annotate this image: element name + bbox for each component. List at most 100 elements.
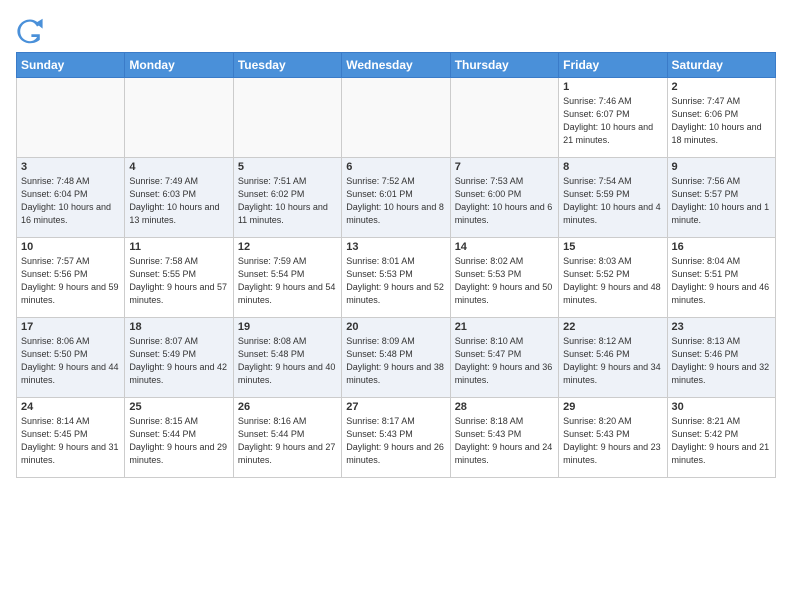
calendar-cell: 28Sunrise: 8:18 AM Sunset: 5:43 PM Dayli…: [450, 398, 558, 478]
calendar-cell: 17 Sunrise: 8:06 AM Sunset: 5:50 PM Dayli…: [17, 318, 125, 398]
calendar-cell: 4 Sunrise: 7:49 AM Sunset: 6:03 PM Daylig…: [125, 158, 233, 238]
calendar-cell: 1 Sunrise: 7:46 AM Sunset: 6:07 PM Daylig…: [559, 78, 667, 158]
day-info: Sunrise: 7:54 AM Sunset: 5:59 PM Dayligh…: [563, 175, 662, 227]
day-info: Sunrise: 7:57 AM Sunset: 5:56 PM Dayligh…: [21, 255, 120, 307]
day-number: 22: [563, 321, 662, 333]
day-header-row: SundayMondayTuesdayWednesdayThursdayFrid…: [17, 53, 776, 78]
day-number: 18: [129, 321, 228, 333]
day-number: 2: [672, 81, 771, 93]
day-info: Sunrise: 8:15 AM Sunset: 5:44 PM Dayligh…: [129, 415, 228, 467]
day-number: 6: [346, 161, 445, 173]
day-number: 11: [129, 241, 228, 253]
day-number: 7: [455, 161, 554, 173]
calendar-body: 1 Sunrise: 7:46 AM Sunset: 6:07 PM Daylig…: [17, 78, 776, 478]
calendar-week-4: 17 Sunrise: 8:06 AM Sunset: 5:50 PM Dayli…: [17, 318, 776, 398]
calendar-cell: [233, 78, 341, 158]
day-info: Sunrise: 8:13 AM Sunset: 5:46 PM Dayligh…: [672, 335, 771, 387]
logo-icon: [16, 16, 44, 44]
day-number: 25: [129, 401, 228, 413]
day-info: Sunrise: 7:47 AM Sunset: 6:06 PM Dayligh…: [672, 95, 771, 147]
day-info: Sunrise: 8:06 AM Sunset: 5:50 PM Dayligh…: [21, 335, 120, 387]
calendar-cell: 26 Sunrise: 8:16 AM Sunset: 5:44 PM Dayli…: [233, 398, 341, 478]
column-header-monday: Monday: [125, 53, 233, 78]
calendar-cell: [125, 78, 233, 158]
page-header: [16, 16, 776, 44]
calendar-cell: 21Sunrise: 8:10 AM Sunset: 5:47 PM Dayli…: [450, 318, 558, 398]
calendar-cell: 2 Sunrise: 7:47 AM Sunset: 6:06 PM Daylig…: [667, 78, 775, 158]
day-info: Sunrise: 8:02 AM Sunset: 5:53 PM Dayligh…: [455, 255, 554, 307]
calendar-cell: 6 Sunrise: 7:52 AM Sunset: 6:01 PM Daylig…: [342, 158, 450, 238]
day-info: Sunrise: 8:03 AM Sunset: 5:52 PM Dayligh…: [563, 255, 662, 307]
day-info: Sunrise: 8:14 AM Sunset: 5:45 PM Dayligh…: [21, 415, 120, 467]
calendar-cell: [450, 78, 558, 158]
calendar-cell: 14Sunrise: 8:02 AM Sunset: 5:53 PM Dayli…: [450, 238, 558, 318]
day-info: Sunrise: 8:16 AM Sunset: 5:44 PM Dayligh…: [238, 415, 337, 467]
day-info: Sunrise: 8:04 AM Sunset: 5:51 PM Dayligh…: [672, 255, 771, 307]
column-header-thursday: Thursday: [450, 53, 558, 78]
calendar-cell: 3Sunrise: 7:48 AM Sunset: 6:04 PM Daylig…: [17, 158, 125, 238]
day-info: Sunrise: 7:46 AM Sunset: 6:07 PM Dayligh…: [563, 95, 662, 147]
day-info: Sunrise: 8:21 AM Sunset: 5:42 PM Dayligh…: [672, 415, 771, 467]
day-info: Sunrise: 8:10 AM Sunset: 5:47 PM Dayligh…: [455, 335, 554, 387]
calendar-cell: 24Sunrise: 8:14 AM Sunset: 5:45 PM Dayli…: [17, 398, 125, 478]
day-number: 15: [563, 241, 662, 253]
calendar-cell: 15 Sunrise: 8:03 AM Sunset: 5:52 PM Dayli…: [559, 238, 667, 318]
calendar-cell: 22 Sunrise: 8:12 AM Sunset: 5:46 PM Dayli…: [559, 318, 667, 398]
calendar-cell: 8Sunrise: 7:54 AM Sunset: 5:59 PM Daylig…: [559, 158, 667, 238]
day-info: Sunrise: 8:08 AM Sunset: 5:48 PM Dayligh…: [238, 335, 337, 387]
logo: [16, 16, 48, 44]
day-info: Sunrise: 8:09 AM Sunset: 5:48 PM Dayligh…: [346, 335, 445, 387]
day-info: Sunrise: 8:17 AM Sunset: 5:43 PM Dayligh…: [346, 415, 445, 467]
day-number: 12: [238, 241, 337, 253]
day-number: 5: [238, 161, 337, 173]
calendar-cell: 7 Sunrise: 7:53 AM Sunset: 6:00 PM Daylig…: [450, 158, 558, 238]
column-header-sunday: Sunday: [17, 53, 125, 78]
calendar-cell: 12 Sunrise: 7:59 AM Sunset: 5:54 PM Dayli…: [233, 238, 341, 318]
day-number: 19: [238, 321, 337, 333]
day-number: 13: [346, 241, 445, 253]
calendar-cell: 19 Sunrise: 8:08 AM Sunset: 5:48 PM Dayli…: [233, 318, 341, 398]
day-info: Sunrise: 7:59 AM Sunset: 5:54 PM Dayligh…: [238, 255, 337, 307]
day-number: 28: [455, 401, 554, 413]
day-number: 1: [563, 81, 662, 93]
column-header-saturday: Saturday: [667, 53, 775, 78]
day-info: Sunrise: 8:01 AM Sunset: 5:53 PM Dayligh…: [346, 255, 445, 307]
day-number: 4: [129, 161, 228, 173]
day-info: Sunrise: 7:56 AM Sunset: 5:57 PM Dayligh…: [672, 175, 771, 227]
calendar-cell: 25 Sunrise: 8:15 AM Sunset: 5:44 PM Dayli…: [125, 398, 233, 478]
day-number: 30: [672, 401, 771, 413]
calendar-cell: 16 Sunrise: 8:04 AM Sunset: 5:51 PM Dayli…: [667, 238, 775, 318]
calendar-cell: [342, 78, 450, 158]
day-info: Sunrise: 7:53 AM Sunset: 6:00 PM Dayligh…: [455, 175, 554, 227]
calendar-cell: 18 Sunrise: 8:07 AM Sunset: 5:49 PM Dayli…: [125, 318, 233, 398]
calendar-table: SundayMondayTuesdayWednesdayThursdayFrid…: [16, 52, 776, 478]
day-number: 3: [21, 161, 120, 173]
calendar-cell: 11Sunrise: 7:58 AM Sunset: 5:55 PM Dayli…: [125, 238, 233, 318]
day-number: 9: [672, 161, 771, 173]
day-info: Sunrise: 7:52 AM Sunset: 6:01 PM Dayligh…: [346, 175, 445, 227]
day-info: Sunrise: 8:07 AM Sunset: 5:49 PM Dayligh…: [129, 335, 228, 387]
day-number: 16: [672, 241, 771, 253]
calendar-cell: 23 Sunrise: 8:13 AM Sunset: 5:46 PM Dayli…: [667, 318, 775, 398]
calendar-cell: 5Sunrise: 7:51 AM Sunset: 6:02 PM Daylig…: [233, 158, 341, 238]
calendar-cell: 20 Sunrise: 8:09 AM Sunset: 5:48 PM Dayli…: [342, 318, 450, 398]
day-number: 27: [346, 401, 445, 413]
column-header-friday: Friday: [559, 53, 667, 78]
day-info: Sunrise: 8:12 AM Sunset: 5:46 PM Dayligh…: [563, 335, 662, 387]
calendar-cell: 10 Sunrise: 7:57 AM Sunset: 5:56 PM Dayli…: [17, 238, 125, 318]
day-number: 26: [238, 401, 337, 413]
day-info: Sunrise: 7:49 AM Sunset: 6:03 PM Dayligh…: [129, 175, 228, 227]
calendar-week-5: 24Sunrise: 8:14 AM Sunset: 5:45 PM Dayli…: [17, 398, 776, 478]
calendar-week-1: 1 Sunrise: 7:46 AM Sunset: 6:07 PM Daylig…: [17, 78, 776, 158]
day-number: 23: [672, 321, 771, 333]
day-number: 10: [21, 241, 120, 253]
calendar-cell: 27 Sunrise: 8:17 AM Sunset: 5:43 PM Dayli…: [342, 398, 450, 478]
calendar-cell: [17, 78, 125, 158]
calendar-header: SundayMondayTuesdayWednesdayThursdayFrid…: [17, 53, 776, 78]
day-number: 20: [346, 321, 445, 333]
day-number: 17: [21, 321, 120, 333]
calendar-cell: 9 Sunrise: 7:56 AM Sunset: 5:57 PM Daylig…: [667, 158, 775, 238]
calendar-week-3: 10 Sunrise: 7:57 AM Sunset: 5:56 PM Dayli…: [17, 238, 776, 318]
day-info: Sunrise: 8:20 AM Sunset: 5:43 PM Dayligh…: [563, 415, 662, 467]
calendar-week-2: 3Sunrise: 7:48 AM Sunset: 6:04 PM Daylig…: [17, 158, 776, 238]
